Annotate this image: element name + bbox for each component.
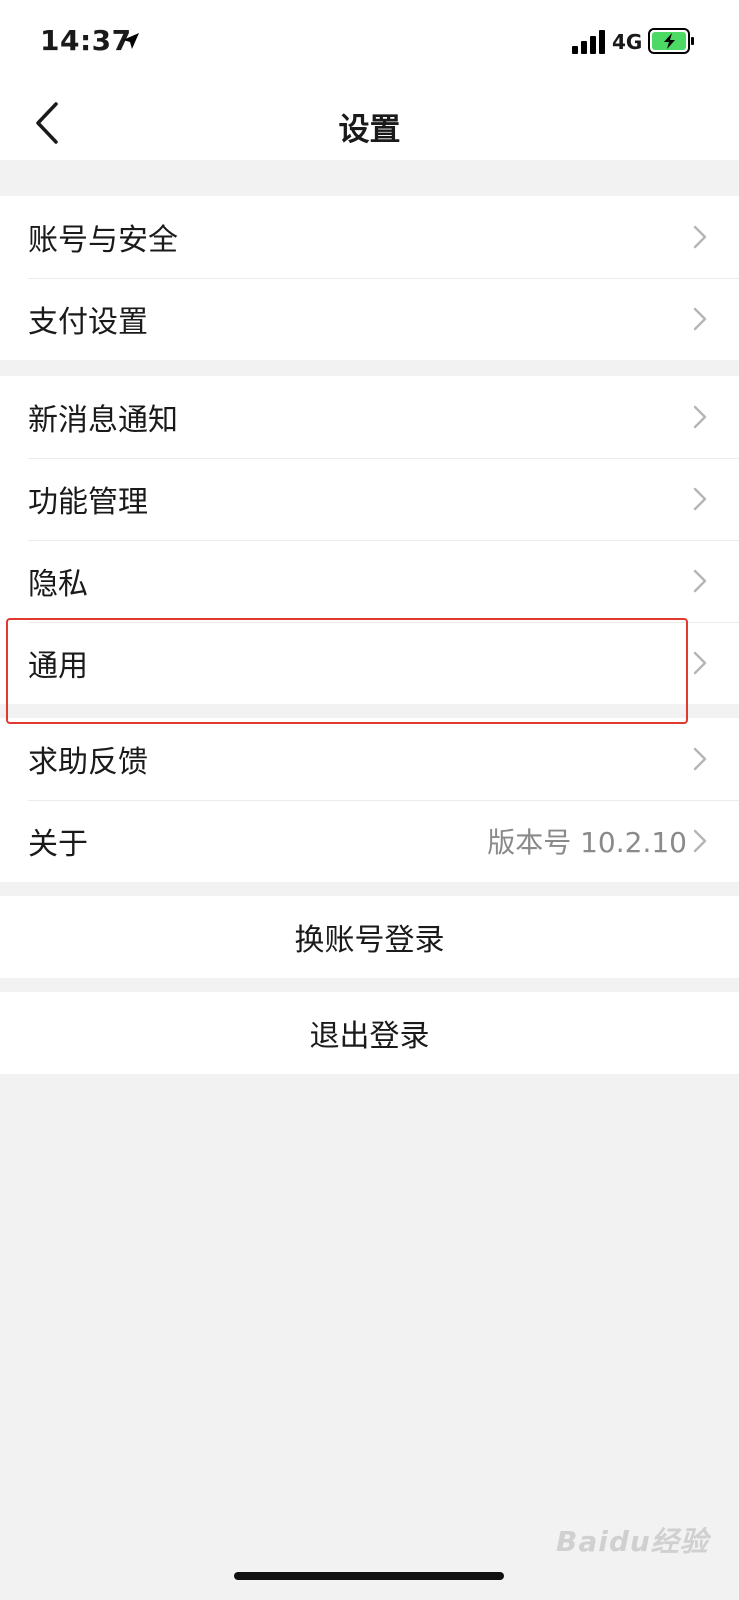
settings-item-features[interactable]: 功能管理 xyxy=(0,458,739,540)
switch-account-label: 换账号登录 xyxy=(294,923,445,958)
settings-group-account: 账号与安全 支付设置 xyxy=(0,196,739,360)
switch-account-button[interactable]: 换账号登录 xyxy=(0,896,739,978)
settings-group-general: 新消息通知 功能管理 隐私 通用 xyxy=(0,376,739,704)
battery-charging-icon xyxy=(648,28,694,54)
version-value: 版本号 10.2.10 xyxy=(487,826,687,859)
settings-item-label: 关于 xyxy=(28,827,88,862)
settings-item-account-security[interactable]: 账号与安全 xyxy=(0,196,739,278)
top-bar: 14:37 4G 设置 xyxy=(0,0,739,160)
settings-item-label: 新消息通知 xyxy=(28,403,178,438)
chevron-right-icon xyxy=(693,225,707,249)
watermark: Baidu经验 xyxy=(556,1525,709,1558)
location-arrow-icon xyxy=(123,33,139,49)
settings-item-general[interactable]: 通用 xyxy=(0,622,739,704)
settings-item-notifications[interactable]: 新消息通知 xyxy=(0,376,739,458)
settings-item-about[interactable]: 关于 版本号 10.2.10 xyxy=(0,800,739,882)
settings-item-label: 功能管理 xyxy=(28,485,148,520)
settings-item-label: 求助反馈 xyxy=(28,745,148,780)
signal-icon xyxy=(572,30,605,54)
settings-item-label: 通用 xyxy=(28,649,88,684)
settings-item-label: 账号与安全 xyxy=(28,223,178,258)
settings-item-label: 支付设置 xyxy=(28,305,148,340)
logout-label: 退出登录 xyxy=(309,1019,430,1054)
settings-item-privacy[interactable]: 隐私 xyxy=(0,540,739,622)
settings-item-feedback[interactable]: 求助反馈 xyxy=(0,718,739,800)
status-time: 14:37 xyxy=(40,24,132,57)
chevron-right-icon xyxy=(693,747,707,771)
chevron-right-icon xyxy=(693,405,707,429)
settings-item-label: 隐私 xyxy=(28,567,88,602)
chevron-right-icon xyxy=(693,651,707,675)
logout-button[interactable]: 退出登录 xyxy=(0,992,739,1074)
home-indicator xyxy=(234,1572,504,1580)
chevron-right-icon xyxy=(693,829,707,853)
chevron-right-icon xyxy=(693,487,707,511)
chevron-right-icon xyxy=(693,307,707,331)
settings-group-help: 求助反馈 关于 版本号 10.2.10 xyxy=(0,718,739,882)
chevron-right-icon xyxy=(693,569,707,593)
settings-item-payment[interactable]: 支付设置 xyxy=(0,278,739,360)
page-title: 设置 xyxy=(338,112,401,148)
network-type: 4G xyxy=(612,30,643,54)
